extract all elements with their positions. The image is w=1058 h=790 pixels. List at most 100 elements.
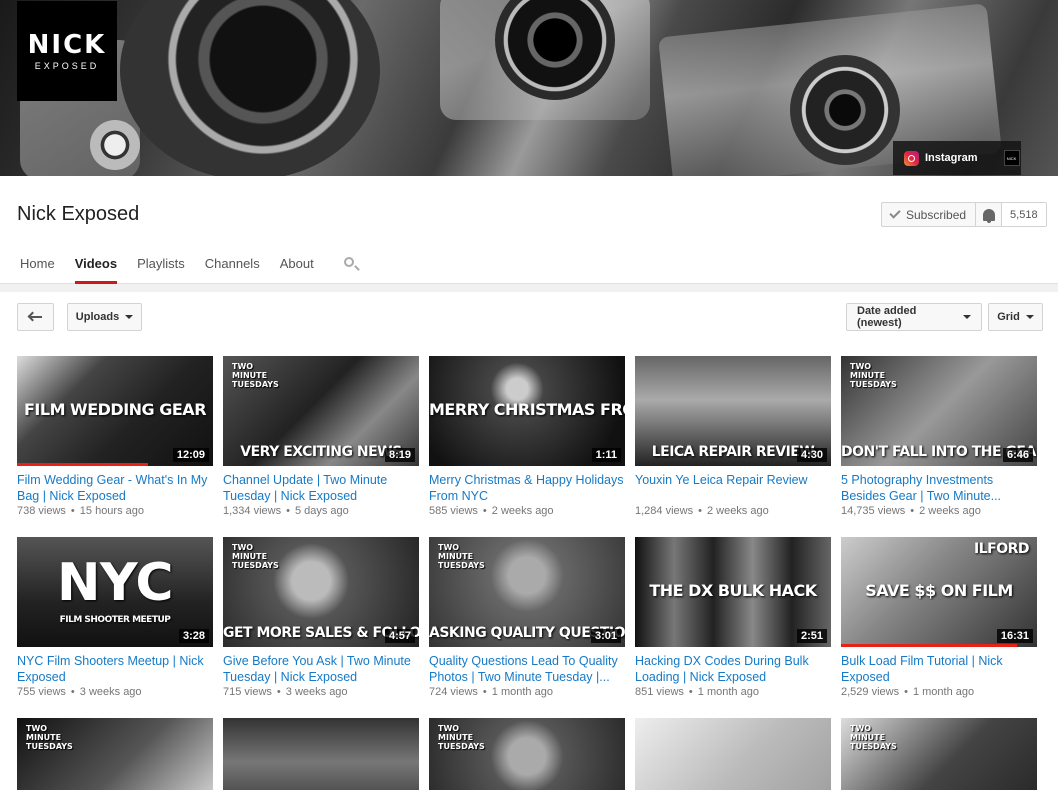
video-duration: 1:11 — [591, 448, 621, 462]
video-card[interactable]: TWO MINUTE TUESDAYS VERY EXCITING NEWS 8:19 C… — [223, 356, 419, 517]
tab-channels[interactable]: Channels — [195, 248, 270, 284]
meta-separator: • — [70, 505, 75, 517]
back-arrow-icon — [29, 316, 42, 318]
check-icon — [889, 207, 901, 219]
video-card[interactable]: TWO MINUTE TUESDAYS — [429, 718, 625, 790]
video-title-link[interactable]: Give Before You Ask | Two Minute Tuesday… — [223, 653, 419, 685]
series-label-line: MINUTE — [438, 733, 474, 742]
video-title-link[interactable]: Hacking DX Codes During Bulk Loading | N… — [635, 653, 831, 685]
notification-bell-button[interactable] — [976, 203, 1003, 226]
series-label-line: TWO — [438, 543, 460, 552]
video-title-link[interactable]: NYC Film Shooters Meetup | Nick Exposed — [17, 653, 213, 685]
video-thumbnail[interactable]: FILM WEDDING GEAR 12:09 — [17, 356, 213, 466]
view-dropdown[interactable]: Grid — [988, 303, 1043, 331]
video-title-link[interactable]: Bulk Load Film Tutorial | Nick Exposed — [841, 653, 1037, 685]
video-thumbnail[interactable]: TWOMINUTETUESDAYSGET MORE SALES & FOLLOW… — [223, 537, 419, 647]
video-card[interactable]: TWO MINUTE TUESDAYS — [841, 718, 1037, 790]
banner-lens-3 — [790, 55, 900, 165]
upload-age: 2 weeks ago — [706, 505, 769, 517]
series-label: TWO MINUTE TUESDAYS — [438, 543, 485, 570]
video-card[interactable]: TWOMINUTETUESDAYSDON'T FALL INTO THE GEA… — [841, 356, 1037, 517]
subscribed-button[interactable]: Subscribed — [882, 203, 977, 226]
video-meta: 755 views • 3 weeks ago — [17, 686, 213, 698]
upload-age: 3 weeks ago — [79, 686, 142, 698]
video-card[interactable]: THE DX BULK HACK 2:51 Hacking DX Codes Dur… — [635, 537, 831, 698]
series-label-line: TUESDAYS — [232, 380, 279, 389]
video-card[interactable]: TWO MINUTE TUESDAYS — [17, 718, 213, 790]
video-thumbnail[interactable]: ILFORD SAVE $$ ON FILM 16:31 — [841, 537, 1037, 647]
back-button[interactable] — [17, 303, 54, 331]
series-label-line: TWO — [26, 724, 48, 733]
video-thumbnail[interactable]: TWO MINUTE TUESDAYS — [429, 718, 625, 790]
channel-search-button[interactable] — [332, 248, 366, 284]
series-label-line: TWO — [232, 543, 254, 552]
sort-dropdown[interactable]: Date added (newest) — [846, 303, 982, 331]
video-meta: 585 views • 2 weeks ago — [429, 505, 625, 517]
series-label-line: TUESDAYS — [850, 380, 897, 389]
series-label-line: TUESDAYS — [232, 561, 279, 570]
video-duration: 4:57 — [384, 629, 415, 643]
video-thumbnail[interactable]: MERRY CHRISTMAS FROM NYC 1:11 — [429, 356, 625, 466]
video-title-link[interactable]: Youxin Ye Leica Repair Review — [635, 472, 831, 504]
video-card[interactable]: MILES OF INSIGHT — [223, 718, 419, 790]
tab-playlists[interactable]: Playlists — [127, 248, 195, 284]
video-meta: 715 views • 3 weeks ago — [223, 686, 419, 698]
video-meta: 14,735 views • 2 weeks ago — [841, 505, 1037, 517]
video-title-link[interactable]: Channel Update | Two Minute Tuesday | Ni… — [223, 472, 419, 504]
website-link-icon[interactable]: NICK — [1003, 150, 1020, 166]
video-card[interactable]: FILM WEDDING GEAR 12:09 Film Wedding Gear … — [17, 356, 213, 517]
view-count: 738 views — [17, 505, 66, 517]
video-meta: 738 views • 15 hours ago — [17, 505, 213, 517]
video-meta: 851 views • 1 month ago — [635, 686, 831, 698]
video-title-link[interactable]: 5 Photography Investments Besides Gear |… — [841, 472, 1037, 504]
video-card[interactable]: MERRY CHRISTMAS FROM NYC 1:11 Merry Christ… — [429, 356, 625, 517]
social-links[interactable]: Instagram NICK — [893, 141, 1021, 175]
channel-title[interactable]: Nick Exposed — [17, 203, 139, 226]
thumbnail-text: FILM WEDDING GEAR — [23, 400, 207, 419]
video-thumbnail[interactable]: TWO MINUTE TUESDAYS ASKING QUALITY QUESTION… — [429, 537, 625, 647]
video-thumbnail[interactable]: TWO MINUTE TUESDAYS — [17, 718, 213, 790]
video-card[interactable]: ILFORD SAVE $$ ON FILM 16:31 Bulk Load Film… — [841, 537, 1037, 698]
tab-home[interactable]: Home — [0, 248, 65, 284]
video-thumbnail[interactable]: TWO MINUTE TUESDAYS VERY EXCITING NEWS 8:19 — [223, 356, 419, 466]
instagram-icon[interactable] — [904, 150, 919, 166]
thumbnail-brand-text: ILFORD — [974, 541, 1030, 557]
instagram-link[interactable]: Instagram — [925, 152, 978, 164]
video-thumbnail[interactable]: NYC FILM SHOOTER MEETUP 3:28 — [17, 537, 213, 647]
bell-icon — [982, 208, 995, 223]
video-title-link[interactable]: Quality Questions Lead To Quality Photos… — [429, 653, 625, 685]
view-count: 1,284 views — [635, 505, 694, 517]
series-label-line: MINUTE — [232, 552, 268, 561]
tab-videos[interactable]: Videos — [65, 248, 127, 284]
thumbnail-subtext: FILM SHOOTER MEETUP — [59, 615, 171, 625]
video-card[interactable]: LEICA REPAIR REVIEW 4:30 Youxin Ye Leica R… — [635, 356, 831, 517]
video-card[interactable]: NYC FILM SHOOTER MEETUP 3:28 NYC Film Shoot… — [17, 537, 213, 698]
video-thumbnail[interactable]: LEICA REPAIR REVIEW 4:30 — [635, 356, 831, 466]
channel-banner: NICK EXPOSED Instagram NICK — [0, 0, 1058, 176]
video-duration: 16:31 — [996, 629, 1033, 643]
video-thumbnail[interactable]: THE ORIGINAL ZINE? — [635, 718, 831, 790]
video-thumbnail[interactable]: MILES OF INSIGHT — [223, 718, 419, 790]
uploads-dropdown[interactable]: Uploads — [67, 303, 142, 331]
video-card[interactable]: TWO MINUTE TUESDAYS ASKING QUALITY QUESTION… — [429, 537, 625, 698]
chevron-down-icon — [125, 315, 134, 319]
video-thumbnail[interactable]: TWO MINUTE TUESDAYS — [841, 718, 1037, 790]
channel-logo[interactable]: NICK EXPOSED — [17, 1, 117, 101]
video-title-link[interactable]: Film Wedding Gear - What's In My Bag | N… — [17, 472, 213, 504]
video-card[interactable]: TWOMINUTETUESDAYSGET MORE SALES & FOLLOW… — [223, 537, 419, 698]
video-thumbnail[interactable]: THE DX BULK HACK 2:51 — [635, 537, 831, 647]
series-label-line: TWO — [850, 724, 872, 733]
video-duration: 3:01 — [590, 629, 621, 643]
view-count: 851 views — [635, 686, 684, 698]
meta-separator: • — [698, 505, 702, 517]
video-card[interactable]: THE ORIGINAL ZINE? — [635, 718, 831, 790]
video-thumbnail[interactable]: TWOMINUTETUESDAYSDON'T FALL INTO THE GEA… — [841, 356, 1037, 466]
view-count: 14,735 views — [841, 505, 906, 517]
series-label-line: MINUTE — [438, 552, 474, 561]
upload-age: 5 days ago — [294, 505, 349, 517]
series-label: TWO MINUTE TUESDAYS — [850, 362, 897, 389]
video-title-link[interactable]: Merry Christmas & Happy Holidays From NY… — [429, 472, 625, 504]
series-label-line: MINUTE — [850, 733, 886, 742]
tab-about[interactable]: About — [270, 248, 324, 284]
subscriber-count: 5,518 — [1002, 203, 1046, 226]
